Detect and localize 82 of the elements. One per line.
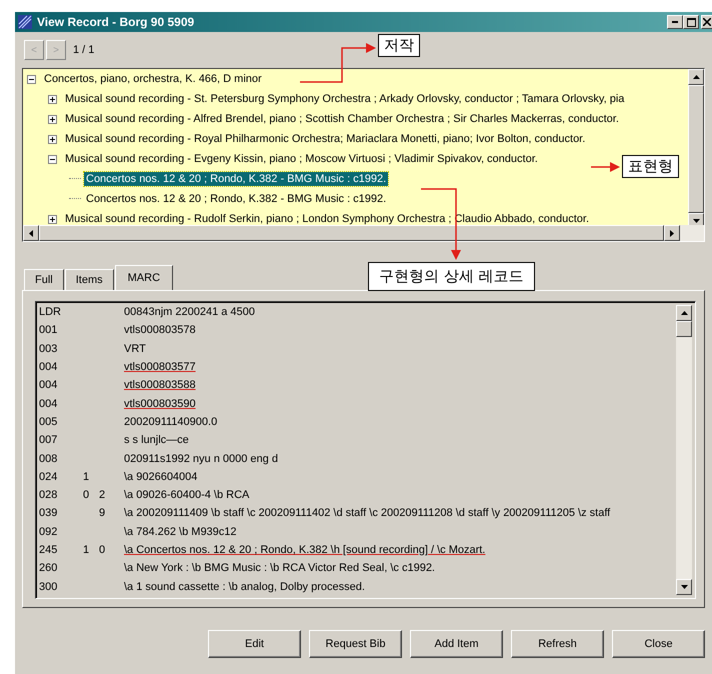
field-value: \a 09026-60400-4 \b RCA xyxy=(123,489,250,502)
field-tag: 260 xyxy=(39,562,83,574)
close-icon xyxy=(703,18,711,26)
action-button[interactable]: Refresh xyxy=(511,630,604,658)
field-value: \a 9026604004 xyxy=(123,470,198,483)
indicator: 9 xyxy=(99,507,106,520)
expand-icon[interactable] xyxy=(48,134,57,144)
field-value: 020911s1992 nyu n 0000 eng d xyxy=(123,452,278,465)
field-tag: 024 xyxy=(39,470,83,483)
vertical-scrollbar[interactable] xyxy=(688,69,704,225)
field-tag: 039 xyxy=(39,507,83,520)
indicator: 0 xyxy=(83,489,90,502)
action-button[interactable]: Edit xyxy=(208,630,301,658)
minimize-icon xyxy=(672,21,678,23)
vertical-scrollbar[interactable] xyxy=(676,305,692,595)
collapse-icon[interactable] xyxy=(48,154,57,164)
field-tag: 028 xyxy=(39,489,83,502)
callout-label: 표현형 xyxy=(622,155,679,178)
tree-item[interactable]: Musical sound recording - Royal Philharmonic Orchestra; Mariaclara Monetti, piano; Ivor Bolton, conductor. xyxy=(63,132,588,146)
field-tag: 004 xyxy=(39,379,83,392)
field-value: 00843njm 2200241 a 4500 xyxy=(123,306,255,318)
callout-label: 저작 xyxy=(378,34,420,57)
callout-label: 구현형의 상세 레코드 xyxy=(368,262,535,291)
close-button[interactable] xyxy=(701,15,712,29)
field-tag: 004 xyxy=(39,398,83,410)
indicator: 1 xyxy=(83,544,90,556)
field-tag: 245 xyxy=(39,544,83,556)
field-value: \a 200209111409 \b staff \c 200209111402 \d staff \c 200209111208 \d staff \y 200209111205 \z staff xyxy=(123,507,610,520)
field-value: 20020911140900.0 xyxy=(123,416,218,428)
indicator: 1 xyxy=(83,470,90,483)
tab[interactable]: Items xyxy=(64,269,114,290)
field-tag: 004 xyxy=(39,361,83,374)
field-value: \a Concertos nos. 12 & 20 ; Rondo, K.382 \h [sound recording] / \c Mozart. xyxy=(123,544,486,556)
field-tag: 300 xyxy=(39,580,83,593)
scroll-right-icon[interactable] xyxy=(664,225,680,241)
field-tag: 092 xyxy=(39,526,83,538)
expand-icon[interactable] xyxy=(48,114,57,124)
field-value: s s lunjlc—ce xyxy=(123,434,189,446)
scroll-up-icon[interactable] xyxy=(676,305,692,321)
tree-item[interactable]: Concertos nos. 12 & 20 ; Rondo, K.382 - BMG Music : c1992. xyxy=(84,172,388,186)
maximize-icon xyxy=(686,18,696,26)
expand-icon[interactable] xyxy=(48,214,57,224)
indicator: 2 xyxy=(99,489,106,502)
minimize-button[interactable] xyxy=(667,15,683,29)
app-icon xyxy=(17,14,33,30)
field-value: vtls000803577 xyxy=(123,361,196,374)
callout-arrow xyxy=(591,162,620,172)
tree-item[interactable]: Musical sound recording - St. Petersburg Symphony Orchestra ; Arkady Orlovsky, conductor ; Tamara Orlovsky, pia xyxy=(63,92,626,106)
field-value: \a New York : \b BMG Music : \b RCA Victor Red Seal, \c c1992. xyxy=(123,562,435,574)
tab[interactable]: Full xyxy=(24,269,64,290)
scroll-thumb[interactable] xyxy=(688,85,704,213)
scroll-down-icon[interactable] xyxy=(688,213,704,225)
scroll-down-icon[interactable] xyxy=(676,579,692,595)
field-tag: 007 xyxy=(39,434,83,446)
field-tag: LDR xyxy=(39,306,83,318)
field-tag: 003 xyxy=(39,342,83,355)
tree-item[interactable]: Musical sound recording - Alfred Brendel, piano ; Scottish Chamber Orchestra ; Sir Charles Mackerras, conductor. xyxy=(63,112,621,126)
field-value: vtls000803588 xyxy=(123,379,196,392)
record-position: 1 / 1 xyxy=(73,44,94,56)
action-button[interactable]: Request Bib xyxy=(309,630,402,658)
scroll-thumb[interactable] xyxy=(676,321,692,337)
field-value: vtls000803590 xyxy=(123,398,196,410)
field-tag: 008 xyxy=(39,452,83,465)
tree-item[interactable]: Concertos nos. 12 & 20 ; Rondo, K.382 - BMG Music : c1992. xyxy=(84,192,388,206)
indicator: 0 xyxy=(99,544,106,556)
tab[interactable]: MARC xyxy=(114,265,174,290)
action-button[interactable]: Add Item xyxy=(410,630,503,658)
scroll-left-icon[interactable] xyxy=(23,225,39,241)
field-value: \a 1 sound cassette : \b analog, Dolby processed. xyxy=(123,580,365,593)
field-value: VRT xyxy=(123,342,146,355)
field-value: \a 784.262 \b M939c12 xyxy=(123,526,237,538)
expand-icon[interactable] xyxy=(48,94,57,104)
field-tag: 005 xyxy=(39,416,83,428)
field-value: vtls000803578 xyxy=(123,324,196,336)
action-button[interactable]: Close xyxy=(612,630,705,658)
maximize-button[interactable] xyxy=(683,15,699,29)
collapse-icon[interactable] xyxy=(27,74,36,84)
field-tag: 001 xyxy=(39,324,83,336)
tree-item[interactable]: Musical sound recording - Evgeny Kissin, piano ; Moscow Virtuosi ; Vladimir Spivakov, conductor. xyxy=(63,152,540,166)
scroll-up-icon[interactable] xyxy=(688,69,704,85)
tree-item[interactable]: Concertos, piano, orchestra, K. 466, D minor xyxy=(42,72,264,86)
window-title: View Record - Borg 90 5909 xyxy=(37,15,196,29)
